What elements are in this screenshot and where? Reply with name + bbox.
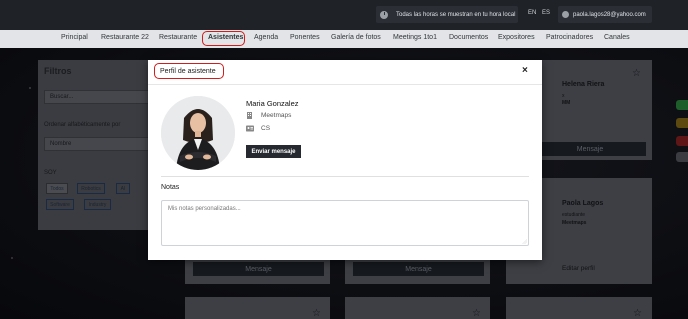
attendee-card-bottom-1: Mensaje bbox=[185, 258, 330, 284]
notes-label: Notas bbox=[161, 184, 180, 191]
lang-en[interactable]: EN bbox=[528, 10, 536, 16]
nav-principal[interactable]: Principal bbox=[61, 34, 88, 41]
tag-industry[interactable]: Industry bbox=[84, 199, 111, 210]
nav-expositores[interactable]: Expositores bbox=[498, 34, 535, 41]
nav-restaurante-22[interactable]: Restaurante 22 bbox=[101, 34, 149, 41]
nav-restaurante[interactable]: Restaurante bbox=[159, 34, 197, 41]
clock-icon bbox=[380, 10, 388, 19]
nav-agenda[interactable]: Agenda bbox=[254, 34, 278, 41]
user-email: paola.lagos28@yahoo.com bbox=[573, 11, 646, 18]
nav-documentos[interactable]: Documentos bbox=[449, 34, 488, 41]
attendee-card-bottom-2: Mensaje bbox=[345, 258, 490, 284]
favorite-star-icon[interactable]: ☆ bbox=[312, 309, 321, 319]
alert-widget-icon[interactable] bbox=[676, 136, 688, 146]
resize-handle-icon[interactable] bbox=[522, 239, 527, 244]
card-company: Meetmaps bbox=[562, 220, 587, 226]
notes-placeholder: Mis notas personalizadas... bbox=[168, 206, 241, 212]
building-icon bbox=[246, 112, 253, 119]
card-line1: x bbox=[562, 93, 565, 99]
attendee-name: Maria Gonzalez bbox=[246, 99, 299, 108]
attendee-id-text: CS bbox=[261, 125, 271, 132]
card-message-button[interactable]: Mensaje bbox=[534, 142, 646, 156]
star-widget-icon[interactable] bbox=[676, 118, 688, 128]
tag-robotics[interactable]: Robotics bbox=[77, 183, 105, 194]
card-role: estudiante bbox=[562, 212, 586, 218]
timezone-text: Todas las horas se muestran en tu hora l… bbox=[396, 11, 516, 18]
card-edit-profile[interactable]: Editar perfil bbox=[562, 265, 595, 272]
avatar bbox=[161, 96, 235, 170]
tag-todos[interactable]: Todos bbox=[46, 183, 68, 194]
card-line2: MM bbox=[562, 100, 571, 106]
chat-widget-icon[interactable] bbox=[676, 100, 688, 110]
send-message-button[interactable]: Enviar mensaje bbox=[246, 145, 301, 158]
highlight-asistentes bbox=[202, 31, 245, 46]
favorite-star-icon[interactable]: ☆ bbox=[632, 69, 641, 79]
nav-patrocinadores[interactable]: Patrocinadores bbox=[546, 34, 593, 41]
filters-search-input[interactable]: Buscar... bbox=[44, 90, 154, 104]
nav-ponentes[interactable]: Ponentes bbox=[290, 34, 320, 41]
tag-ai[interactable]: AI bbox=[116, 183, 130, 194]
sort-widget-icon[interactable] bbox=[676, 152, 688, 162]
sort-label: Ordenar alfabéticamente por bbox=[44, 122, 121, 128]
nav-canales[interactable]: Canales bbox=[604, 34, 630, 41]
soy-label: SOY bbox=[44, 170, 57, 176]
modal-header-divider bbox=[148, 84, 542, 85]
timezone-notice: Todas las horas se muestran en tu hora l… bbox=[376, 6, 518, 23]
section-divider bbox=[161, 176, 529, 177]
nav-meetings[interactable]: Meetings 1to1 bbox=[393, 34, 437, 41]
card-message-button[interactable]: Mensaje bbox=[193, 262, 324, 276]
attendee-card-row3-1: ☆ bbox=[185, 297, 330, 319]
attendee-card-row3-2: ☆ bbox=[345, 297, 490, 319]
lang-es[interactable]: ES bbox=[542, 10, 550, 16]
card-name: Paola Lagos bbox=[562, 200, 604, 207]
highlight-modal-title bbox=[154, 63, 224, 79]
close-icon[interactable]: × bbox=[522, 65, 528, 77]
filters-title: Filtros bbox=[44, 66, 72, 76]
attendee-card-row3-3: ☆ bbox=[506, 297, 652, 319]
filters-panel: Filtros Buscar... Ordenar alfabéticament… bbox=[38, 60, 160, 230]
favorite-star-icon[interactable]: ☆ bbox=[472, 309, 481, 319]
card-message-button[interactable]: Mensaje bbox=[353, 262, 484, 276]
notes-textarea[interactable]: Mis notas personalizadas... bbox=[161, 200, 529, 246]
id-card-icon bbox=[246, 125, 254, 132]
nav-galeria[interactable]: Galería de fotos bbox=[331, 34, 381, 41]
main-nav: Principal Restaurante 22 Restaurante Asi… bbox=[0, 30, 688, 48]
company-row: Meetmaps bbox=[246, 112, 291, 119]
tag-software[interactable]: Software bbox=[46, 199, 74, 210]
user-menu[interactable]: paola.lagos28@yahoo.com bbox=[558, 6, 652, 23]
sort-select[interactable]: Nombre bbox=[44, 137, 154, 151]
attendee-profile-modal: Perfil de asistente × Maria Gonzalez Mee… bbox=[148, 60, 542, 260]
user-icon bbox=[562, 11, 569, 18]
top-bar: Todas las horas se muestran en tu hora l… bbox=[0, 0, 688, 30]
card-name: Helena Riera bbox=[562, 81, 605, 88]
attendee-company: Meetmaps bbox=[261, 112, 292, 119]
id-row: CS bbox=[246, 125, 270, 132]
favorite-star-icon[interactable]: ☆ bbox=[633, 309, 642, 319]
